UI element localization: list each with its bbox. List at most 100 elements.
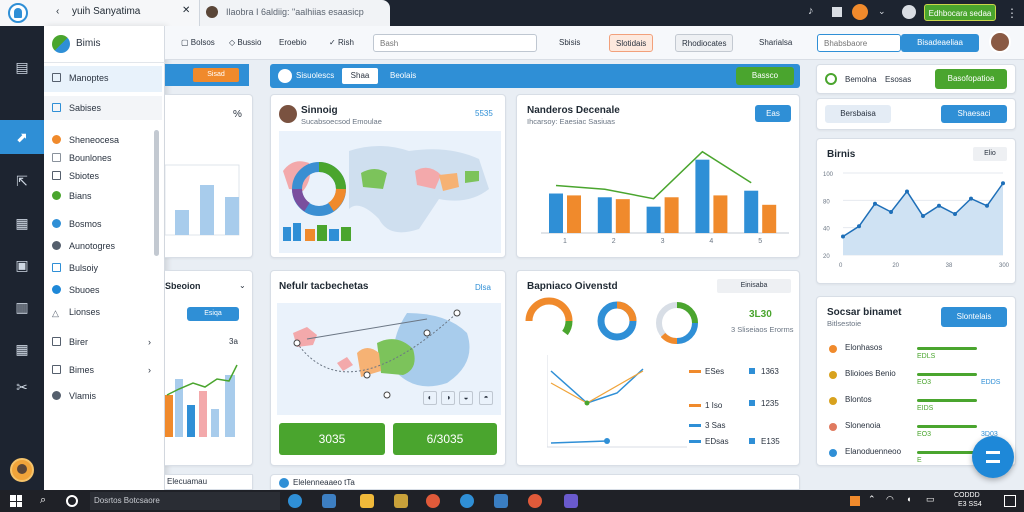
menu-item[interactable]: Sbuoes: [52, 282, 160, 298]
line-y-tick: 40: [823, 227, 830, 233]
toolbar-link[interactable]: Sharialsa: [753, 34, 798, 52]
chrome-icon[interactable]: [426, 494, 440, 508]
social-row-bar: [917, 373, 977, 376]
menu-item-label: Aunotogres: [69, 241, 116, 251]
toolbar-btn-4[interactable]: ✓ Rish: [323, 34, 360, 52]
wifi-icon[interactable]: ◠: [886, 494, 894, 505]
social-row[interactable]: Blioioes Benio EO3 EDDS: [817, 367, 1017, 386]
right-top-card-2: Bersbaisa Shaesaci: [816, 98, 1016, 130]
user-avatar[interactable]: [10, 458, 34, 482]
social-row[interactable]: Blontos EIDS: [817, 393, 1017, 412]
start-icon[interactable]: [10, 495, 22, 507]
map-ctrl-3-icon[interactable]: ◒: [459, 391, 473, 405]
app-icon-2[interactable]: [394, 494, 408, 508]
menu-item[interactable]: Bounlones: [52, 150, 160, 166]
donuts-search[interactable]: Einisaba: [717, 279, 791, 293]
title-action-button[interactable]: Edhbocara sedaa: [924, 4, 996, 21]
lines-legend-label: 1 Iso: [705, 401, 723, 410]
menu-item[interactable]: Bosmos: [52, 216, 160, 232]
strip-tab-b[interactable]: Shaa: [342, 68, 378, 84]
right-chart-control[interactable]: Elio: [973, 147, 1007, 161]
strip-green-button[interactable]: Bassco: [736, 67, 794, 85]
right-top-green-button[interactable]: Basofopatioa: [935, 69, 1007, 89]
app-title: yuih Sanyatima: [72, 6, 141, 17]
app-icon-1[interactable]: [322, 494, 336, 508]
app-icon-4[interactable]: [528, 494, 542, 508]
menu-item[interactable]: Bulsoiy: [52, 260, 160, 276]
menu-item[interactable]: Aunotogres: [52, 238, 160, 254]
menu-item[interactable]: △ Lionses: [52, 304, 160, 320]
map2-green-button-2[interactable]: 6/3035: [393, 423, 497, 455]
export-icon[interactable]: ⇱: [12, 172, 32, 190]
grid-icon[interactable]: [832, 7, 842, 17]
toolbar-btn-7[interactable]: Rhodiocates: [675, 34, 734, 52]
app-icon-3[interactable]: [494, 494, 508, 508]
taskbar-search-box[interactable]: Dosrtos Botcsaore: [90, 492, 280, 510]
strip-tab-a[interactable]: Sisuolescs: [296, 71, 334, 80]
toolbar-btn-6[interactable]: Slotidais: [609, 34, 654, 52]
browser-tab[interactable]: Ilaobra I 6aldiig: "aalhiias esaasicp: [200, 0, 390, 26]
bell-icon[interactable]: ♪: [808, 5, 822, 19]
cortana-icon[interactable]: [66, 495, 78, 507]
menu-item[interactable]: Manoptes: [52, 70, 160, 86]
map-ctrl-1-icon[interactable]: ◐: [423, 391, 437, 405]
back-icon[interactable]: ‹: [56, 6, 59, 17]
notification-icon[interactable]: [852, 4, 868, 20]
left-mid-chevron-icon[interactable]: ⌄: [239, 281, 246, 290]
floating-action-button[interactable]: [972, 436, 1014, 478]
app-icon-5[interactable]: [564, 494, 578, 508]
primary-button[interactable]: Bisadeaeliaa: [901, 34, 979, 52]
menu-item[interactable]: Sbiotes: [52, 168, 160, 184]
map-ctrl-2-icon[interactable]: ◑: [441, 391, 455, 405]
social-row[interactable]: Slonenoia EO3 3D03: [817, 419, 1017, 438]
menu-item-list-icon: [52, 337, 61, 346]
volume-icon[interactable]: ◖: [906, 494, 911, 504]
search-input[interactable]: [373, 34, 537, 52]
more-icon[interactable]: ⋮: [1006, 6, 1018, 20]
bars-button[interactable]: Eas: [755, 105, 791, 122]
strip-tab-c[interactable]: Beolais: [390, 71, 416, 80]
right-line-chart: 100 80 40 20 0 20 38 300: [823, 172, 1010, 269]
social-button[interactable]: Slontelais: [941, 307, 1007, 327]
left-mid-number: 3a: [229, 337, 238, 346]
menu-item[interactable]: Bians: [52, 188, 160, 204]
social-row-label: Elonhasos: [845, 343, 883, 352]
tools-icon[interactable]: ✂: [12, 378, 32, 396]
toolbar-btn-5[interactable]: Sbisis: [553, 34, 586, 52]
edge-icon[interactable]: [460, 494, 474, 508]
menu-item[interactable]: Bimes ›: [52, 362, 160, 378]
menu-item[interactable]: Birer ›: [52, 334, 160, 350]
folder-icon[interactable]: [360, 494, 374, 508]
search-icon[interactable]: ⌕: [40, 494, 46, 507]
report-icon[interactable]: ▦: [12, 214, 32, 232]
left-strip-tag[interactable]: Sisad: [193, 68, 239, 82]
menu-scrollbar[interactable]: [154, 130, 159, 256]
calendar-icon[interactable]: ▦: [12, 340, 32, 358]
search-input-2[interactable]: [817, 34, 901, 52]
share-icon[interactable]: ⬈: [12, 128, 32, 146]
tray-icon-1[interactable]: [850, 496, 860, 506]
map2-green-button-1[interactable]: 3035: [279, 423, 385, 455]
left-mid-button[interactable]: Esiqa: [187, 307, 239, 321]
toolbar-btn-1[interactable]: ▢ Bolsos: [175, 34, 221, 52]
toolbar-btn-3[interactable]: Eroebio: [273, 34, 313, 52]
toolbar-btn-2[interactable]: ◇ Bussio: [223, 34, 267, 52]
menu-item[interactable]: Vlamis: [52, 388, 160, 404]
right-top-blue-button[interactable]: Shaesaci: [941, 105, 1007, 123]
social-row[interactable]: Elonhasos EDLS: [817, 341, 1017, 360]
task-view-icon[interactable]: [288, 494, 302, 508]
tray-chevron-icon[interactable]: ⌃: [868, 494, 876, 505]
close-icon[interactable]: ✕: [182, 5, 190, 16]
dashboard-icon[interactable]: ▤: [12, 58, 32, 76]
menu-item[interactable]: Sabises: [52, 100, 160, 116]
map-ctrl-4-icon[interactable]: ◓: [479, 391, 493, 405]
user-status-icon[interactable]: [902, 5, 916, 19]
battery-icon[interactable]: ▭: [926, 494, 935, 505]
chevron-down-icon[interactable]: ⌄: [878, 6, 886, 17]
right-top-tag[interactable]: Bersbaisa: [825, 105, 891, 123]
profile-avatar[interactable]: [989, 31, 1011, 53]
document-icon[interactable]: ▥: [12, 298, 32, 316]
notification-center-icon[interactable]: [1004, 495, 1016, 507]
menu-item[interactable]: Sheneocesa: [52, 132, 160, 148]
image-icon[interactable]: ▣: [12, 256, 32, 274]
